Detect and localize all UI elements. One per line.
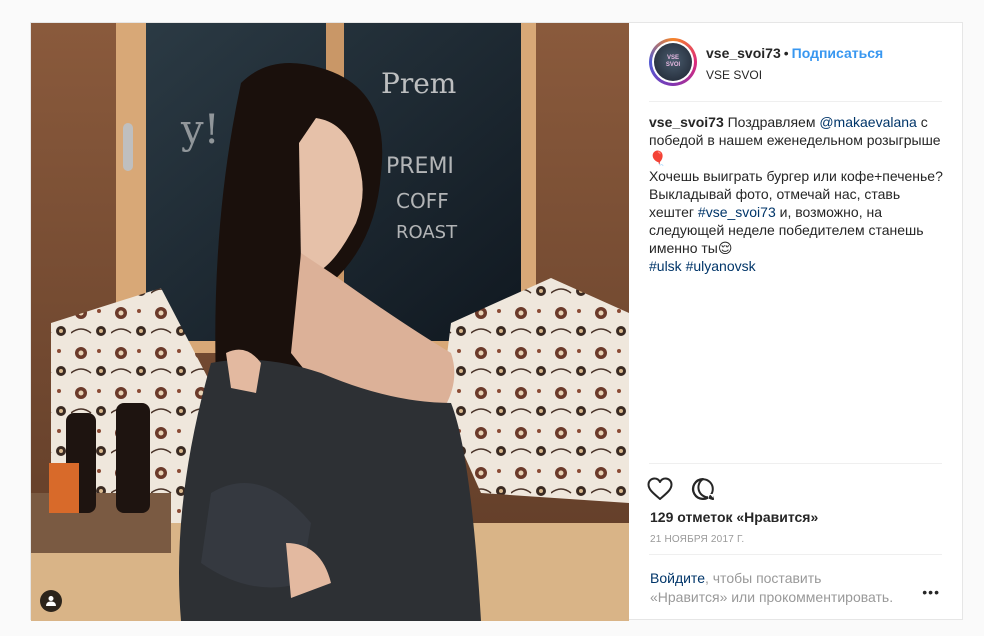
avatar-text-top: VSE <box>666 55 679 61</box>
caption-text: Поздравляем <box>723 114 820 130</box>
like-button[interactable] <box>647 474 677 504</box>
post-header: VSE SVOI vse_svoi73 • Подписаться VSE SVOI <box>649 23 942 102</box>
comment-button[interactable] <box>691 474 721 504</box>
hashtag-link[interactable]: #ulsk <box>649 258 682 274</box>
smile-emoji: 😌 <box>717 240 733 256</box>
likes-count[interactable]: 129 отметок «Нравится» <box>650 509 818 525</box>
avatar[interactable]: VSE SVOI <box>649 38 697 86</box>
caption-username[interactable]: vse_svoi73 <box>649 114 724 130</box>
follow-button[interactable]: Подписаться <box>792 45 884 61</box>
more-options-button[interactable]: ••• <box>922 584 940 600</box>
login-prompt: Войдите, чтобы поставить «Нравится» или … <box>650 569 893 607</box>
header-text: vse_svoi73 • Подписаться VSE SVOI <box>706 45 883 82</box>
tagged-users-button[interactable] <box>40 590 62 612</box>
login-text: , чтобы поставить <box>704 570 822 586</box>
location-link[interactable]: VSE SVOI <box>706 68 883 82</box>
svg-text:y!: y! <box>180 107 220 153</box>
username-link[interactable]: vse_svoi73 <box>706 45 781 61</box>
login-link[interactable]: Войдите <box>650 570 705 586</box>
avatar-text-bottom: SVOI <box>665 62 681 68</box>
separator-dot: • <box>783 45 789 61</box>
person-icon <box>46 596 56 606</box>
post-date[interactable]: 21 ноября 2017 г. <box>650 534 744 545</box>
avatar-frame: VSE SVOI <box>652 41 694 83</box>
hashtag-link[interactable]: #vse_svoi73 <box>698 204 776 220</box>
svg-text:PREMI: PREMI <box>386 154 454 179</box>
photo-illustration: Prem PREMI COFF ROAST y! <box>31 23 629 621</box>
mention-link[interactable]: @makaevalana <box>819 114 917 130</box>
svg-text:ROAST: ROAST <box>396 222 458 243</box>
svg-text:Prem: Prem <box>381 67 456 100</box>
post-card: Prem PREMI COFF ROAST y! VSE SVOI vse_sv… <box>30 22 963 621</box>
login-divider <box>649 554 942 555</box>
hashtag-link[interactable]: #ulyanovsk <box>686 258 756 274</box>
avatar-logo: VSE SVOI <box>654 43 692 81</box>
actions-divider <box>649 463 942 465</box>
post-sidebar: VSE SVOI vse_svoi73 • Подписаться VSE SVOI… <box>629 23 962 619</box>
svg-text:COFF: COFF <box>396 189 449 213</box>
login-text: «Нравится» или прокомментировать. <box>650 589 894 605</box>
action-icons <box>647 474 721 504</box>
post-photo[interactable]: Prem PREMI COFF ROAST y! <box>31 23 629 621</box>
heart-outline-icon <box>647 477 673 500</box>
post-caption: vse_svoi73 Поздравляем @makaevalana с по… <box>649 113 944 275</box>
speech-bubble-icon <box>691 477 714 500</box>
balloon-emoji: 🎈 <box>649 150 667 166</box>
